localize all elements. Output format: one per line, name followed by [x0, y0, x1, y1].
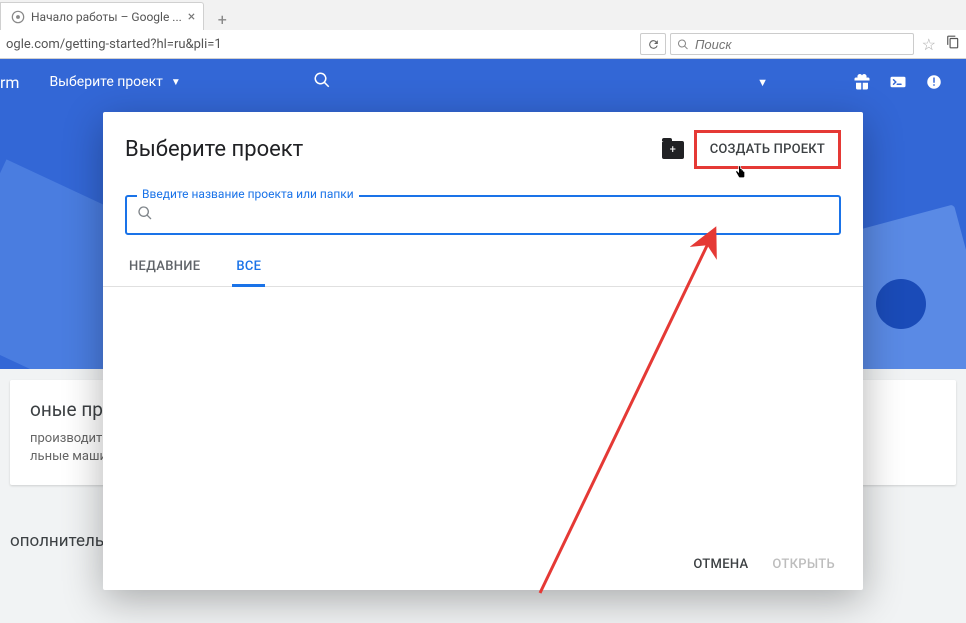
- search-icon: [313, 71, 331, 89]
- project-selector[interactable]: Выберите проект ▼: [49, 74, 180, 90]
- new-folder-button[interactable]: +: [662, 141, 684, 159]
- new-tab-button[interactable]: +: [210, 8, 234, 30]
- reload-button[interactable]: [640, 33, 666, 55]
- search-field-label: Введите название проекта или папки: [137, 187, 359, 201]
- project-search-field[interactable]: [125, 195, 841, 235]
- select-project-dialog: Выберите проект + СОЗДАТЬ ПРОЕКТ Введите…: [103, 112, 863, 590]
- reload-icon: [647, 38, 660, 51]
- create-project-button[interactable]: СОЗДАТЬ ПРОЕКТ: [694, 130, 841, 169]
- project-selector-label: Выберите проект: [49, 74, 162, 90]
- clipboard-icon[interactable]: [944, 34, 962, 54]
- cloud-shell-icon[interactable]: [886, 70, 910, 94]
- cancel-button[interactable]: ОТМЕНА: [693, 557, 748, 572]
- dialog-tabs: НЕДАВНИЕ ВСЕ: [103, 235, 863, 287]
- bookmark-star-icon[interactable]: ☆: [918, 35, 940, 54]
- gcp-toolbar: rm Выберите проект ▼ ▼: [0, 59, 966, 105]
- create-project-label: СОЗДАТЬ ПРОЕКТ: [710, 142, 825, 157]
- project-search-input[interactable]: [161, 207, 829, 223]
- toolbar-dropdown[interactable]: ▼: [757, 76, 768, 89]
- cursor-hand-icon: [732, 163, 748, 187]
- tab-recent[interactable]: НЕДАВНИЕ: [125, 249, 204, 286]
- gift-icon[interactable]: [850, 70, 874, 94]
- plus-icon: +: [670, 143, 676, 156]
- dialog-title: Выберите проект: [125, 137, 652, 162]
- url-bar: ogle.com/getting-started?hl=ru&pli=1 ☆: [0, 30, 966, 58]
- browser-tab[interactable]: Начало работы – Google ... ×: [0, 2, 204, 30]
- open-button[interactable]: ОТКРЫТЬ: [772, 557, 835, 572]
- dialog-body: [103, 287, 863, 543]
- gcp-logo: rm: [0, 73, 37, 92]
- browser-search[interactable]: [670, 33, 914, 55]
- tab-all[interactable]: ВСЕ: [232, 249, 265, 287]
- close-icon[interactable]: ×: [188, 10, 195, 24]
- address-bar[interactable]: ogle.com/getting-started?hl=ru&pli=1: [0, 33, 636, 55]
- search-icon: [677, 38, 689, 51]
- search-icon: [137, 205, 153, 225]
- tab-favicon-icon: [11, 10, 25, 24]
- tab-title: Начало работы – Google ...: [31, 10, 182, 24]
- browser-search-input[interactable]: [695, 37, 907, 52]
- browser-tab-strip: Начало работы – Google ... × +: [0, 0, 966, 30]
- gcp-search-button[interactable]: [313, 71, 331, 94]
- chevron-down-icon: ▼: [171, 77, 181, 88]
- notifications-icon[interactable]: [922, 70, 946, 94]
